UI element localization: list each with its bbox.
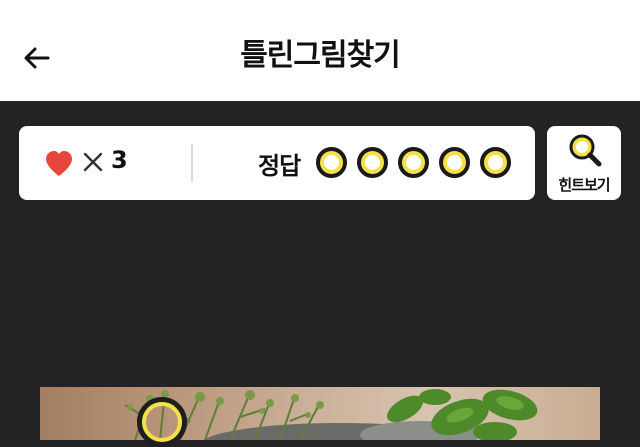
- answer-slot: [480, 147, 511, 178]
- answer-slot: [316, 147, 347, 178]
- answer-slot: [357, 147, 388, 178]
- answer-slot: [439, 147, 470, 178]
- page-title: 틀린그림찾기: [240, 38, 401, 73]
- herb-plants-photo: [124, 389, 538, 440]
- answer-slot: [398, 147, 429, 178]
- multiply-icon: [83, 152, 103, 172]
- hint-button-label[interactable]: 힌트보기: [547, 174, 621, 195]
- magnifier-icon: [569, 134, 602, 167]
- heart-icon: [46, 151, 72, 176]
- puzzle-image[interactable]: [40, 387, 600, 440]
- status-divider: [191, 144, 193, 182]
- answer-label: 정답: [258, 152, 301, 180]
- app-header: 틀린그림찾기: [0, 0, 640, 101]
- lives-count: 3: [111, 146, 128, 174]
